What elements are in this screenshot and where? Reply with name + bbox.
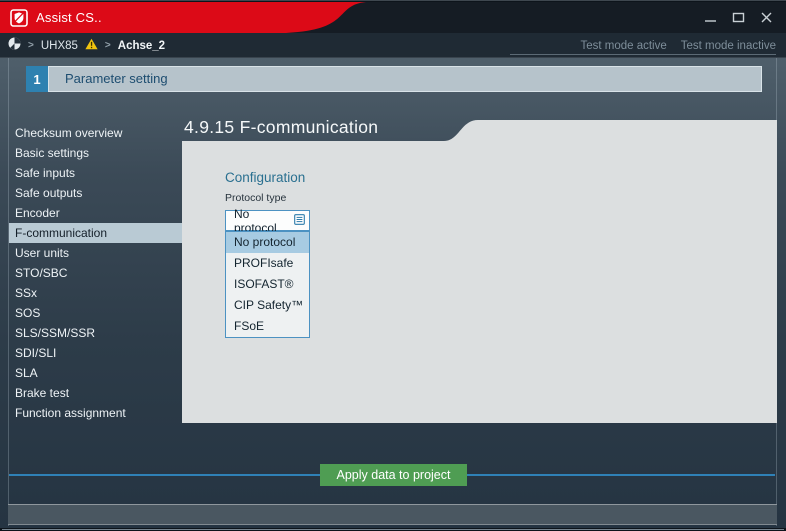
sidebar-item-sdi-sli[interactable]: SDI/SLI xyxy=(9,343,183,363)
test-mode-active-link[interactable]: Test mode active xyxy=(580,40,666,52)
sidebar-item-encoder[interactable]: Encoder xyxy=(9,203,183,223)
sidebar-item-user-units[interactable]: User units xyxy=(9,243,183,263)
sidebar-item-brake-test[interactable]: Brake test xyxy=(9,383,183,403)
page-title: 4.9.15 F-communication xyxy=(184,117,378,138)
breadcrumb: > UHX85 > Achse_2 xyxy=(8,33,165,58)
test-mode-underline xyxy=(510,54,776,55)
dropdown-option-profisafe[interactable]: PROFIsafe xyxy=(226,253,309,274)
protocol-type-dropdown[interactable]: No protocol xyxy=(225,210,310,231)
sidebar-item-checksum-overview[interactable]: Checksum overview xyxy=(9,123,183,143)
window-bottom-border xyxy=(2,529,784,530)
shield-logo-icon xyxy=(10,9,28,32)
protocol-type-label: Protocol type xyxy=(225,192,286,204)
app-title: Assist CS.. xyxy=(36,2,102,33)
dropdown-option-no-protocol[interactable]: No protocol xyxy=(226,232,309,253)
sidebar-item-f-communication[interactable]: F-communication xyxy=(9,223,183,243)
breadcrumb-device[interactable]: UHX85 xyxy=(41,40,78,52)
test-mode-inactive-link[interactable]: Test mode inactive xyxy=(681,40,776,52)
breadcrumb-separator: > xyxy=(28,40,34,51)
sidebar-item-sos[interactable]: SOS xyxy=(9,303,183,323)
dropdown-option-isofast[interactable]: ISOFAST® xyxy=(226,274,309,295)
sidebar-item-basic-settings[interactable]: Basic settings xyxy=(9,143,183,163)
dropdown-option-fsoe[interactable]: FSoE xyxy=(226,316,309,337)
app-window: Assist CS.. > UHX85 xyxy=(0,0,786,531)
step-number-badge: 1 xyxy=(26,66,48,92)
section-heading: Configuration xyxy=(225,170,305,185)
sidebar-item-sto-sbc[interactable]: STO/SBC xyxy=(9,263,183,283)
status-strip xyxy=(8,504,777,525)
breadcrumb-axis[interactable]: Achse_2 xyxy=(118,40,165,52)
minimize-button[interactable] xyxy=(704,11,717,24)
maximize-button[interactable] xyxy=(732,11,745,24)
sidebar-item-sls-ssm-ssr[interactable]: SLS/SSM/SSR xyxy=(9,323,183,343)
title-bar: Assist CS.. xyxy=(0,2,786,33)
close-button[interactable] xyxy=(760,11,773,24)
sidebar-item-safe-inputs[interactable]: Safe inputs xyxy=(9,163,183,183)
sidebar-item-function-assignment[interactable]: Function assignment xyxy=(9,403,183,423)
apply-data-button[interactable]: Apply data to project xyxy=(320,464,467,486)
step-title: Parameter setting xyxy=(48,66,762,92)
protocol-type-option-list: No protocolPROFIsafeISOFAST®CIP Safety™F… xyxy=(225,231,310,338)
combobox-list-icon xyxy=(294,212,305,230)
dropdown-option-cip-safety[interactable]: CIP Safety™ xyxy=(226,295,309,316)
warning-icon xyxy=(85,37,98,55)
sidebar-item-ssx[interactable]: SSx xyxy=(9,283,183,303)
breadcrumb-separator: > xyxy=(105,40,111,51)
sidebar-item-sla[interactable]: SLA xyxy=(9,363,183,383)
main-region: 1 Parameter setting Checksum overviewBas… xyxy=(0,58,786,528)
device-icon xyxy=(8,37,21,55)
sidebar-item-safe-outputs[interactable]: Safe outputs xyxy=(9,183,183,203)
